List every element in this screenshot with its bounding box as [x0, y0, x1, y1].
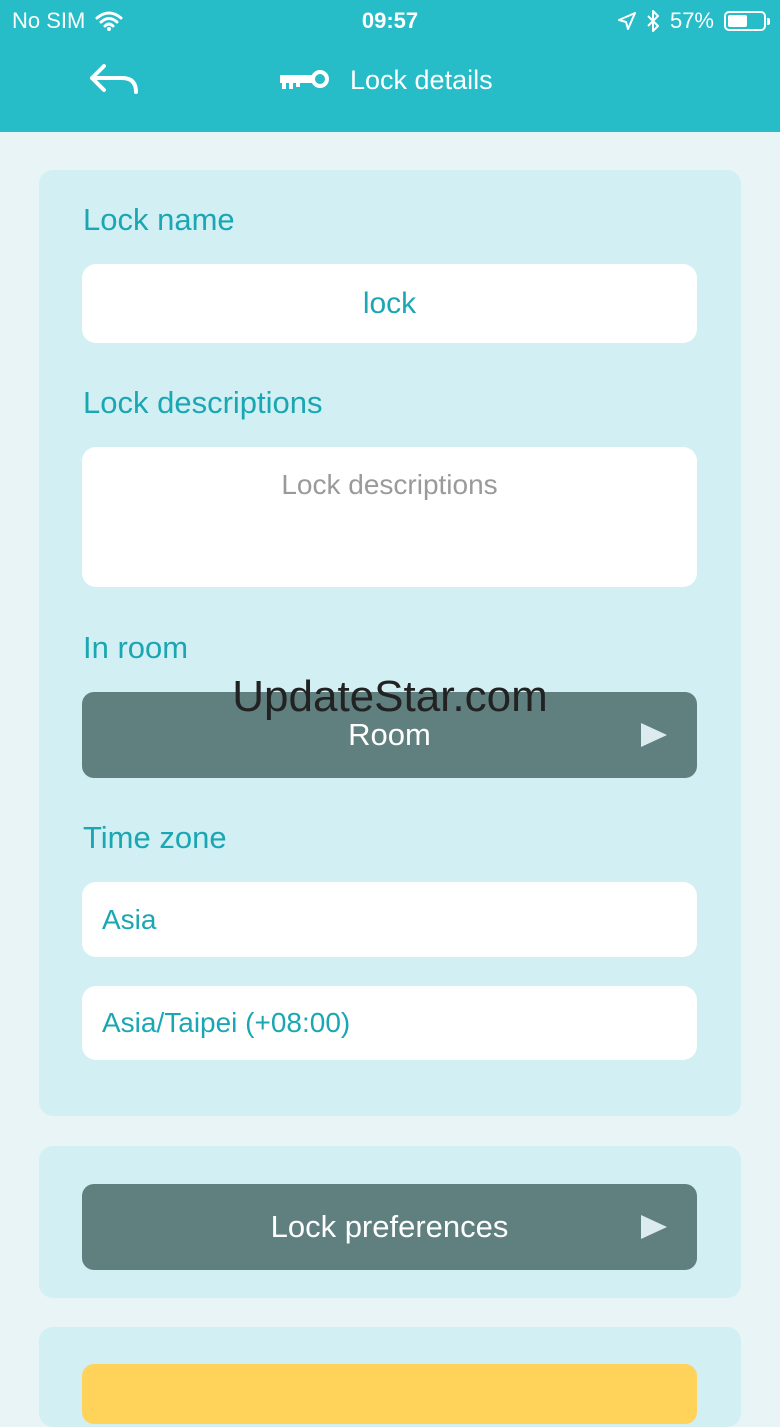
- lock-name-label: Lock name: [83, 202, 235, 237]
- in-room-label: In room: [83, 630, 189, 665]
- bluetooth-icon: [647, 10, 659, 32]
- room-select-button[interactable]: Room: [82, 692, 697, 778]
- lock-name-input[interactable]: lock: [82, 264, 697, 343]
- lock-descriptions-label: Lock descriptions: [83, 385, 323, 420]
- time-zone-city-select[interactable]: Asia/Taipei (+08:00): [82, 986, 697, 1060]
- page-title: Lock details: [350, 64, 493, 95]
- play-arrow-icon: [641, 723, 667, 747]
- header-title-group: Lock details: [278, 60, 493, 100]
- location-arrow-icon: [617, 12, 636, 30]
- time-zone-city-value: Asia/Taipei (+08:00): [102, 1007, 351, 1038]
- battery-level: [728, 15, 748, 27]
- time-zone-label: Time zone: [83, 820, 227, 855]
- key-icon: [280, 70, 329, 89]
- lock-preferences-label: Lock preferences: [270, 1209, 509, 1244]
- lock-descriptions-input[interactable]: [82, 447, 697, 587]
- status-right: 57%: [617, 8, 770, 34]
- time-zone-region-value: Asia: [102, 903, 157, 935]
- status-bar: No SIM 09:57 57%: [0, 0, 780, 40]
- room-button-label: Room: [348, 717, 431, 752]
- play-arrow-icon: [641, 1215, 667, 1239]
- lock-name-value: lock: [362, 286, 417, 320]
- back-button[interactable]: [86, 60, 142, 100]
- lock-preferences-button[interactable]: Lock preferences: [82, 1184, 697, 1270]
- time-zone-region-select[interactable]: Asia: [82, 882, 697, 957]
- battery-percent: 57%: [669, 8, 714, 33]
- yellow-action-button[interactable]: [82, 1364, 697, 1424]
- back-arrow-icon: [90, 64, 138, 94]
- battery-icon: [724, 11, 770, 31]
- app-header: No SIM 09:57 57% Lock details: [0, 0, 780, 132]
